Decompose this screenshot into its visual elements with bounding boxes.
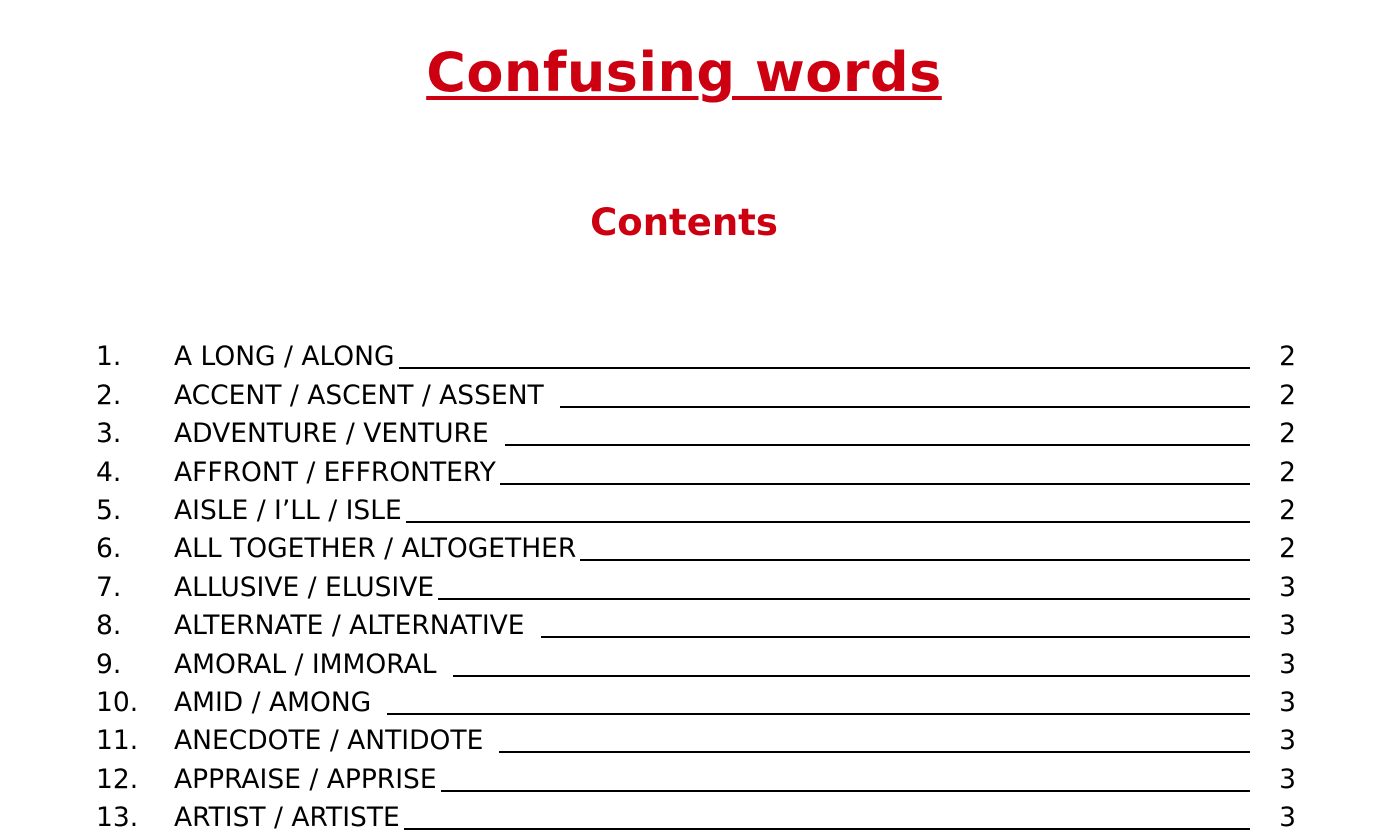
toc-leader-line	[499, 751, 1250, 754]
toc-entry-page[interactable]: 2	[1250, 341, 1296, 373]
toc-entry-page[interactable]: 2	[1250, 495, 1296, 527]
toc-leader-line	[540, 636, 1250, 639]
toc-leader-line	[504, 444, 1250, 447]
toc-leader-line	[398, 367, 1250, 370]
toc-leader-line	[559, 405, 1250, 408]
toc-entry-label[interactable]: APPRAISE / APPRISE	[174, 764, 437, 796]
toc-entry-number: 8.	[96, 610, 122, 642]
toc-entry-label[interactable]: AFFRONT / EFFRONTERY	[174, 457, 496, 489]
toc-entry-page[interactable]: 2	[1250, 457, 1296, 489]
toc-entry[interactable]: 6. ALL TOGETHER / ALTOGETHER 2	[96, 527, 1296, 565]
toc-entry-number: 10.	[96, 686, 139, 718]
toc-entry-number: 2.	[96, 379, 122, 411]
toc-entry-number: 7.	[96, 571, 122, 603]
toc-entry[interactable]: 11. ANECDOTE / ANTIDOTE 3	[96, 719, 1296, 757]
toc-entry-label[interactable]: ARTIST / ARTISTE	[174, 802, 400, 834]
toc-entry-page[interactable]: 3	[1250, 572, 1296, 604]
toc-entry-number: 4.	[96, 456, 122, 488]
toc-leader-line	[499, 482, 1250, 485]
toc-entry[interactable]: 3. ADVENTURE / VENTURE 2	[96, 412, 1296, 450]
document-title: Confusing words	[426, 41, 942, 104]
toc-entry-label[interactable]: ALLUSIVE / ELUSIVE	[174, 572, 434, 604]
toc-entry-number: 9.	[96, 648, 122, 680]
toc-leader-line	[452, 674, 1250, 677]
toc-entry-page[interactable]: 3	[1250, 725, 1296, 757]
toc-entry-label[interactable]: AMID / AMONG	[174, 687, 371, 719]
toc-entry[interactable]: 13. ARTIST / ARTISTE 3	[96, 796, 1296, 834]
toc-entry-page[interactable]: 3	[1250, 802, 1296, 834]
toc-entry-label[interactable]: ALTERNATE / ALTERNATIVE	[174, 610, 525, 642]
table-of-contents: 1. A LONG / ALONG 2 2. ACCENT / ASCENT /…	[96, 335, 1296, 834]
toc-entry-page[interactable]: 3	[1250, 649, 1296, 681]
toc-entry-page[interactable]: 3	[1250, 610, 1296, 642]
toc-entry-number: 6.	[96, 533, 122, 565]
toc-entry-page[interactable]: 2	[1250, 380, 1296, 412]
toc-entry[interactable]: 1. A LONG / ALONG 2	[96, 335, 1296, 373]
toc-entry[interactable]: 7. ALLUSIVE / ELUSIVE 3	[96, 565, 1296, 603]
toc-entry[interactable]: 12. APPRAISE / APPRISE 3	[96, 757, 1296, 795]
toc-entry-number: 5.	[96, 494, 122, 526]
toc-leader-line	[403, 828, 1250, 831]
toc-leader-line	[580, 559, 1250, 562]
toc-entry-number: 3.	[96, 418, 122, 450]
toc-entry-label[interactable]: AISLE / I’LL / ISLE	[174, 495, 402, 527]
toc-entry[interactable]: 10. AMID / AMONG 3	[96, 681, 1296, 719]
toc-entry[interactable]: 9. AMORAL / IMMORAL 3	[96, 642, 1296, 680]
contents-heading: Contents	[590, 201, 778, 244]
toc-entry-label[interactable]: ANECDOTE / ANTIDOTE	[174, 725, 483, 757]
toc-entry[interactable]: 4. AFFRONT / EFFRONTERY 2	[96, 450, 1296, 488]
toc-entry-label[interactable]: A LONG / ALONG	[174, 341, 395, 373]
toc-entry-number: 1.	[96, 341, 122, 373]
toc-entry[interactable]: 5. AISLE / I’LL / ISLE 2	[96, 489, 1296, 527]
toc-entry-label[interactable]: ADVENTURE / VENTURE	[174, 418, 489, 450]
toc-entry-label[interactable]: ALL TOGETHER / ALTOGETHER	[174, 533, 576, 565]
toc-leader-line	[440, 789, 1250, 792]
toc-leader-line	[405, 520, 1250, 523]
toc-entry[interactable]: 2. ACCENT / ASCENT / ASSENT 2	[96, 373, 1296, 411]
toc-entry-page[interactable]: 2	[1250, 533, 1296, 565]
toc-entry-number: 11.	[96, 725, 139, 757]
toc-entry-page[interactable]: 3	[1250, 764, 1296, 796]
toc-entry-number: 13.	[96, 802, 139, 834]
toc-entry-page[interactable]: 3	[1250, 687, 1296, 719]
toc-leader-line	[387, 712, 1250, 715]
toc-entry-label[interactable]: ACCENT / ASCENT / ASSENT	[174, 380, 544, 412]
toc-entry-page[interactable]: 2	[1250, 418, 1296, 450]
toc-entry[interactable]: 8. ALTERNATE / ALTERNATIVE 3	[96, 604, 1296, 642]
toc-entry-label[interactable]: AMORAL / IMMORAL	[174, 649, 437, 681]
toc-entry-number: 12.	[96, 763, 139, 795]
toc-leader-line	[438, 597, 1250, 600]
